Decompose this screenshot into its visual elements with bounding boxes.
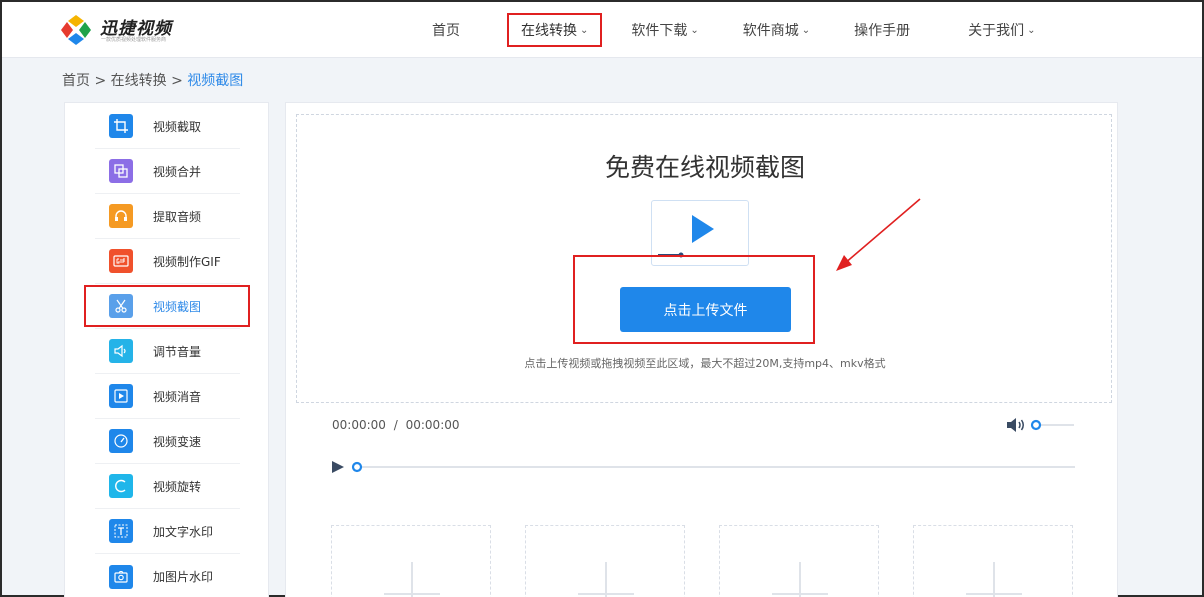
play-icon: [658, 215, 714, 258]
logo-subtitle: 一款优质视频处理软件服务商: [101, 37, 167, 43]
sidebar-item-video-speed[interactable]: 视频变速: [95, 419, 240, 464]
plus-icon: [578, 562, 634, 597]
crop-icon: [109, 114, 133, 138]
upload-hint: 点击上传视频或拖拽视频至此区域，最大不超过20M,支持mp4、mkv格式: [524, 357, 886, 370]
sidebar-item-label: 视频消音: [153, 389, 202, 404]
screenshot-slot[interactable]: [719, 525, 879, 597]
upload-file-button[interactable]: 点击上传文件: [620, 287, 791, 332]
breadcrumb: 首页 > 在线转换 > 视频截图: [62, 70, 243, 90]
logo-mark-icon: [61, 15, 91, 45]
sidebar-item-label: 视频合并: [153, 164, 202, 179]
breadcrumb-separator: >: [94, 73, 107, 89]
progress-slider-knob[interactable]: [351, 461, 363, 473]
plus-icon: [384, 562, 440, 597]
sidebar-item-image-watermark[interactable]: 加图片水印: [95, 554, 240, 597]
nav-label: 首页: [432, 23, 460, 39]
nav-item-software-store[interactable]: 软件商城 ⌄: [743, 20, 810, 40]
nav-label: 软件商城: [742, 23, 799, 39]
volume-slider-knob[interactable]: [1030, 419, 1042, 431]
sidebar-item-label: 视频变速: [153, 434, 202, 449]
breadcrumb-section[interactable]: 在线转换: [111, 73, 167, 89]
main-nav: 首页 在线转换 ⌄ 软件下载 ⌄ 软件商城 ⌄ 操作手册 关于我们 ⌄: [412, 2, 1036, 58]
screenshot-slot[interactable]: [525, 525, 685, 597]
merge-icon: [109, 159, 133, 183]
nav-item-home[interactable]: 首页: [432, 20, 460, 40]
progress-slider[interactable]: [349, 458, 1076, 476]
nav-label: 在线转换: [521, 23, 577, 39]
sidebar-item-adjust-volume[interactable]: 调节音量: [95, 329, 240, 374]
screenshot-slot[interactable]: [331, 525, 491, 597]
annotation-highlight-box: [84, 285, 250, 327]
volume-slider[interactable]: [1030, 417, 1076, 433]
nav-label: 关于我们: [968, 23, 1025, 39]
time-readout: 00:00:00 / 00:00:00: [332, 418, 460, 432]
plus-icon: [772, 562, 828, 597]
sidebar-item-label: 加图片水印: [153, 570, 214, 584]
sidebar-item-label: 视频截取: [153, 119, 202, 134]
top-header: 迅捷视频 一款优质视频处理软件服务商 首页 在线转换 ⌄ 软件下载 ⌄ 软件商城…: [2, 2, 1202, 58]
headphones-icon: [109, 204, 133, 228]
tool-main-panel: 免费在线视频截图 点击上传文件 点击上传视频或拖拽视频至此区域，最大不超过20M…: [285, 102, 1118, 597]
sidebar-item-video-trim[interactable]: 视频截取: [95, 104, 240, 149]
speed-gauge-icon: [109, 429, 133, 453]
image-watermark-icon: [109, 564, 133, 589]
volume-icon[interactable]: [1006, 417, 1026, 433]
text-watermark-icon: [109, 519, 133, 543]
play-icon[interactable]: [330, 460, 346, 474]
screenshot-slot[interactable]: [913, 525, 1073, 597]
sidebar-item-video-merge[interactable]: 视频合并: [95, 149, 240, 194]
total-time: 00:00:00: [405, 418, 460, 432]
site-logo[interactable]: 迅捷视频 一款优质视频处理软件服务商: [60, 12, 210, 48]
nav-item-manual[interactable]: 操作手册: [854, 20, 910, 40]
plus-icon: [966, 562, 1022, 597]
volume-icon: [109, 339, 133, 363]
sidebar-item-label: 视频制作GIF: [153, 254, 221, 269]
tool-sidebar: 视频截取 视频合并 提取音频 视频制作GIF 视频截图 调节音量 视频消音 视频…: [64, 102, 269, 597]
nav-label: 软件下载: [631, 23, 688, 39]
current-time: 00:00:00: [332, 418, 386, 432]
chevron-down-icon: ⌄: [580, 24, 589, 36]
sidebar-item-label: 加文字水印: [153, 524, 214, 539]
mute-video-icon: [109, 384, 133, 408]
sidebar-item-label: 调节音量: [153, 344, 202, 359]
nav-item-online-convert[interactable]: 在线转换 ⌄: [507, 13, 603, 47]
time-separator: /: [393, 418, 398, 432]
nav-item-about-us[interactable]: 关于我们 ⌄: [968, 20, 1035, 40]
chevron-down-icon: ⌄: [801, 24, 811, 36]
breadcrumb-home[interactable]: 首页: [62, 73, 90, 89]
page-title: 免费在线视频截图: [604, 153, 805, 182]
video-placeholder: [651, 200, 749, 266]
sidebar-item-label: 提取音频: [153, 209, 202, 224]
breadcrumb-current: 视频截图: [187, 73, 244, 89]
upload-dropzone[interactable]: 免费在线视频截图 点击上传文件 点击上传视频或拖拽视频至此区域，最大不超过20M…: [296, 114, 1112, 403]
chevron-down-icon: ⌄: [1027, 24, 1036, 36]
sidebar-item-label: 视频旋转: [153, 479, 202, 494]
nav-item-software-download[interactable]: 软件下载 ⌄: [631, 20, 698, 40]
sidebar-item-text-watermark[interactable]: 加文字水印: [95, 509, 240, 554]
sidebar-item-video-rotate[interactable]: 视频旋转: [95, 464, 240, 509]
gif-icon: [109, 249, 133, 273]
chevron-down-icon: ⌄: [690, 24, 699, 36]
nav-label: 操作手册: [854, 23, 911, 39]
breadcrumb-separator: >: [171, 73, 183, 89]
sidebar-item-extract-audio[interactable]: 提取音频: [95, 194, 240, 239]
rotate-icon: [109, 474, 133, 498]
sidebar-item-video-mute[interactable]: 视频消音: [95, 374, 240, 419]
sidebar-item-video-gif[interactable]: 视频制作GIF: [95, 239, 240, 284]
